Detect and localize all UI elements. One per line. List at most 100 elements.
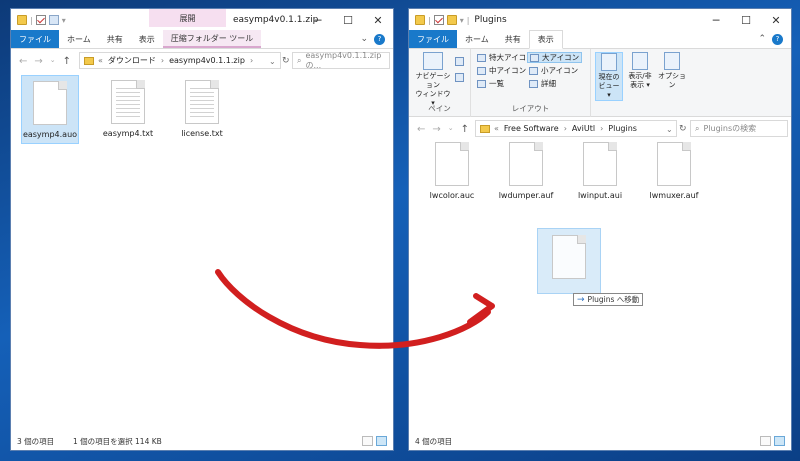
customize-toolbar-icon[interactable]: ▾ (460, 16, 464, 25)
up-icon[interactable]: ↑ (63, 56, 71, 67)
tab-view[interactable]: 表示 (528, 30, 563, 49)
address-bar[interactable]: « Free Software › AviUtl › Plugins (475, 120, 677, 137)
file-name: easymp4.txt (102, 129, 154, 138)
maximize-icon[interactable]: ☐ (333, 9, 363, 31)
breadcrumb-free-software[interactable]: Free Software (504, 124, 559, 133)
details-pane-icon[interactable] (455, 73, 464, 82)
tab-share[interactable]: 共有 (99, 30, 131, 48)
layout-small-icons[interactable]: 小アイコン (527, 65, 580, 76)
layout-medium-icons[interactable]: 中アイコン (475, 65, 528, 76)
folder-icon (17, 15, 27, 25)
recent-locations-icon[interactable]: ⌄ (50, 56, 56, 67)
breadcrumb-separator[interactable]: › (161, 56, 164, 65)
details-view-icon[interactable] (362, 436, 373, 446)
tab-share[interactable]: 共有 (497, 30, 529, 48)
file-item-easymp4-txt[interactable]: easymp4.txt (99, 75, 157, 142)
tab-file[interactable]: ファイル (11, 30, 59, 48)
blank-file-icon (552, 235, 586, 279)
tab-view[interactable]: 表示 (131, 30, 163, 48)
breadcrumb-separator[interactable]: › (564, 124, 567, 133)
tab-compressed-folder-tools[interactable]: 圧縮フォルダー ツール (162, 30, 262, 48)
breadcrumb-separator[interactable]: › (600, 124, 603, 133)
maximize-icon[interactable]: ☐ (731, 9, 761, 31)
window-title: Plugins (474, 15, 507, 25)
file-item-license-txt[interactable]: license.txt (173, 75, 231, 142)
close-icon[interactable]: ✕ (363, 9, 393, 31)
tab-home[interactable]: ホーム (59, 30, 99, 48)
help-icon[interactable]: ? (374, 33, 385, 45)
close-icon[interactable]: ✕ (761, 9, 791, 31)
forward-icon[interactable]: → (34, 56, 42, 67)
file-item-easymp4-auo[interactable]: easymp4.auo (21, 75, 79, 144)
address-bar[interactable]: « ダウンロード › easymp4v0.1.1.zip › (79, 52, 281, 69)
breadcrumb-separator[interactable]: › (250, 56, 253, 65)
search-input[interactable]: ⌕ easymp4v0.1.1.zipの... (292, 50, 390, 70)
file-item-lwmuxer[interactable]: lwmuxer.auf (645, 137, 703, 204)
blank-file-icon (657, 142, 691, 186)
large-icons-view-icon[interactable] (376, 436, 387, 446)
window-controls: ─ ☐ ✕ (303, 9, 393, 31)
tab-home[interactable]: ホーム (457, 30, 497, 48)
back-icon[interactable]: ← (19, 56, 27, 67)
properties-icon[interactable] (433, 15, 444, 25)
layout-group: 特大アイコン 大アイコン 中アイコン 小アイコン 一覧 詳細 レイアウト (471, 49, 591, 117)
back-icon[interactable]: ← (417, 124, 425, 135)
layout-large-icons[interactable]: 大アイコン (527, 52, 583, 63)
details-view-icon[interactable] (760, 436, 771, 446)
preview-pane-icon[interactable] (455, 57, 464, 66)
address-row: ← → ⌄ ↑ « ダウンロード › easymp4v0.1.1.zip › ⌄… (11, 49, 393, 73)
navigation-pane-button[interactable]: ナビゲーション ウィンドウ ▾ (413, 52, 453, 108)
forward-icon[interactable]: → (432, 124, 440, 135)
options-button[interactable]: オプション (655, 52, 689, 90)
properties-icon[interactable] (35, 15, 46, 25)
address-dropdown-icon[interactable]: ⌄ (269, 57, 276, 66)
breadcrumb-aviutl[interactable]: AviUtl (572, 124, 595, 133)
show-hide-button[interactable]: 表示/非 表示 ▾ (625, 52, 655, 90)
search-placeholder: easymp4v0.1.1.zipの... (305, 50, 382, 70)
expand-ribbon-icon[interactable]: ⌄ (360, 34, 368, 44)
file-item-lwdumper[interactable]: lwdumper.auf (497, 137, 555, 204)
title-bar: | ▾ 展開 easymp4v0.1.1.zip ─ ☐ ✕ (11, 9, 393, 31)
status-bar: 4 個の項目 (409, 432, 791, 450)
breadcrumb-zip[interactable]: easymp4v0.1.1.zip (169, 56, 245, 65)
refresh-icon[interactable]: ↻ (282, 56, 290, 66)
breadcrumb-overflow[interactable]: « (98, 56, 103, 65)
file-name: easymp4.auo (22, 130, 78, 139)
file-item-lwinput[interactable]: lwinput.aui (571, 137, 629, 204)
drag-tooltip: → Plugins へ移動 (573, 293, 644, 306)
refresh-icon[interactable]: ↻ (679, 124, 687, 134)
search-input[interactable]: ⌕ Pluginsの検索 (690, 120, 788, 137)
new-folder-icon[interactable] (48, 15, 59, 25)
separator: | (30, 15, 33, 25)
large-icons-view-icon[interactable] (774, 436, 785, 446)
blank-file-icon (583, 142, 617, 186)
minimize-icon[interactable]: ─ (303, 9, 333, 31)
quick-access-toolbar: | ▾ | Plugins (409, 15, 507, 25)
breadcrumb-overflow[interactable]: « (494, 124, 499, 133)
new-folder-icon[interactable] (446, 15, 457, 25)
layout-list[interactable]: 一覧 (475, 78, 506, 89)
breadcrumb-plugins[interactable]: Plugins (608, 124, 637, 133)
up-icon[interactable]: ↑ (461, 124, 469, 135)
current-view-button[interactable]: 現在の ビュー ▾ (595, 52, 623, 101)
search-icon: ⌕ (695, 123, 700, 133)
collapse-ribbon-icon[interactable]: ⌃ (758, 34, 766, 44)
layout-details[interactable]: 詳細 (527, 78, 558, 89)
file-item-lwcolor[interactable]: lwcolor.auc (423, 137, 481, 204)
tab-file[interactable]: ファイル (409, 30, 457, 48)
pane-group: ナビゲーション ウィンドウ ▾ ペイン (409, 49, 471, 117)
ribbon-tabs: ファイル ホーム 共有 表示 ⌃ ? (409, 30, 791, 49)
search-icon: ⌕ (297, 55, 302, 65)
details-icon (529, 79, 538, 88)
folder-icon (480, 124, 490, 133)
file-name: license.txt (181, 129, 223, 138)
address-dropdown-icon[interactable]: ⌄ (666, 125, 673, 134)
folder-icon (415, 15, 425, 25)
recent-locations-icon[interactable]: ⌄ (448, 124, 454, 135)
file-name: lwcolor.auc (429, 191, 475, 200)
help-icon[interactable]: ? (772, 33, 783, 45)
breadcrumb-downloads[interactable]: ダウンロード (108, 55, 156, 66)
minimize-icon[interactable]: ─ (701, 9, 731, 31)
file-name: lwmuxer.auf (649, 191, 699, 200)
customize-toolbar-icon[interactable]: ▾ (62, 16, 66, 25)
